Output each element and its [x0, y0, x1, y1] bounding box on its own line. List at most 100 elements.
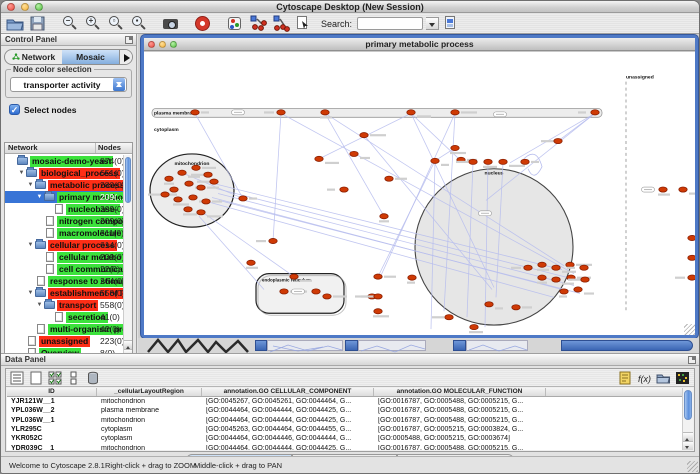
tree-row[interactable]: multi-organism pro42(0)	[5, 323, 123, 335]
network-node[interactable]	[315, 156, 323, 161]
float-panel-icon[interactable]	[125, 36, 133, 44]
background-frame-preview[interactable]	[267, 340, 343, 351]
table-column-header[interactable]: _cellularLayoutRegion	[97, 388, 202, 396]
network-node[interactable]	[374, 294, 382, 299]
background-frame-corner[interactable]	[345, 340, 358, 351]
network-node[interactable]	[688, 275, 695, 280]
select-nodes-checkbox[interactable]: ✓	[9, 104, 20, 115]
network-node[interactable]	[659, 187, 667, 192]
network-node[interactable]	[197, 210, 205, 215]
table-row[interactable]: YPL036W__2plasma membrane[GO:0044464, GO…	[7, 406, 682, 415]
network-node[interactable]	[408, 275, 416, 280]
search-input[interactable]	[357, 17, 423, 30]
tree-row[interactable]: secretion41(0)	[5, 311, 123, 323]
network-node[interactable]	[688, 255, 695, 260]
tab-network[interactable]: Network	[5, 50, 62, 64]
network-node[interactable]	[189, 195, 197, 200]
create-attribute-icon[interactable]	[29, 371, 44, 385]
table-column-header[interactable]: annotation.GO CELLULAR_COMPONENT	[202, 388, 374, 396]
table-scroll-down-button[interactable]	[683, 441, 693, 450]
network-node[interactable]	[350, 151, 358, 156]
network-node[interactable]	[445, 315, 453, 320]
apply-layout-icon[interactable]	[248, 15, 268, 32]
window-resize-grip[interactable]	[687, 461, 698, 472]
table-row[interactable]: YKR052Ccytoplasm[GO:0044464, GO:0044446,…	[7, 434, 682, 443]
network-node[interactable]	[512, 305, 520, 310]
import-attributes-icon[interactable]	[656, 371, 671, 385]
tree-expand-icon[interactable]: ▼	[26, 242, 35, 248]
tree-expand-icon[interactable]: ▼	[26, 182, 35, 188]
network-node[interactable]	[312, 289, 320, 294]
tree-scrollbar[interactable]	[123, 155, 132, 358]
tree-expand-icon[interactable]: ▼	[35, 302, 44, 308]
network-node[interactable]	[499, 159, 507, 164]
tree-scrollbar-thumb[interactable]	[125, 157, 131, 203]
tree-row[interactable]: nucleobase-209(0)	[5, 203, 123, 215]
search-options-button[interactable]	[426, 17, 439, 30]
network-node[interactable]	[581, 277, 589, 282]
network-node[interactable]	[210, 179, 218, 184]
network-node[interactable]	[538, 262, 546, 267]
tree-expand-icon[interactable]: ▼	[35, 194, 44, 200]
network-node[interactable]	[679, 187, 687, 192]
apply-layout-alt-icon[interactable]	[271, 15, 291, 32]
network-node[interactable]	[170, 187, 178, 192]
network-node[interactable]	[197, 185, 205, 190]
delete-attribute-icon[interactable]	[86, 371, 101, 385]
table-row[interactable]: YPL036W__1mitochondrion[GO:0044464, GO:0…	[7, 416, 682, 425]
tree-row[interactable]: ▼primary metabo209(...	[5, 191, 123, 203]
tree-row[interactable]: unassigned223(0)	[5, 335, 123, 347]
float-data-panel-icon[interactable]	[688, 356, 696, 364]
network-node[interactable]	[165, 176, 173, 181]
network-node[interactable]	[451, 110, 459, 115]
tree-row[interactable]: response to stimulu264(0)	[5, 275, 123, 287]
network-node[interactable]	[552, 277, 560, 282]
network-node[interactable]	[431, 158, 439, 163]
table-column-header[interactable]: ID	[7, 388, 97, 396]
frame-resize-grip[interactable]	[684, 324, 695, 335]
network-node[interactable]	[191, 110, 199, 115]
unselect-attributes-icon[interactable]	[67, 371, 82, 385]
network-frame-titlebar[interactable]: primary metabolic process	[144, 38, 695, 51]
tree-scroll-up-button[interactable]	[124, 340, 132, 349]
save-session-icon[interactable]	[28, 15, 48, 32]
tree-expand-icon[interactable]: ▼	[17, 170, 26, 176]
attribute-matrix-icon[interactable]	[675, 371, 690, 385]
tree-row[interactable]: mosaic-demo-yeast874(0)	[5, 155, 123, 167]
zoom-in-icon[interactable]: +	[83, 15, 103, 32]
network-node[interactable]	[521, 159, 529, 164]
network-node[interactable]	[178, 170, 186, 175]
network-node[interactable]	[485, 302, 493, 307]
table-scrollbar-thumb[interactable]	[684, 390, 692, 420]
snapshot-icon[interactable]	[161, 15, 181, 32]
network-node[interactable]	[277, 110, 285, 115]
network-frame[interactable]: primary metabolic process plasma membran…	[141, 35, 698, 338]
network-node[interactable]	[247, 260, 255, 265]
background-frame-corner[interactable]	[255, 340, 267, 351]
zoom-out-icon[interactable]: −	[60, 15, 80, 32]
advanced-search-icon[interactable]	[442, 15, 462, 32]
network-node[interactable]	[566, 262, 574, 267]
background-frame-corner[interactable]	[453, 340, 466, 351]
network-node[interactable]	[185, 181, 193, 186]
network-node[interactable]	[554, 138, 562, 143]
network-canvas[interactable]: plasma membrane cytoplasm mitochondrion …	[144, 52, 695, 335]
tree-row[interactable]: ▼establishment of lo558(0)	[5, 287, 123, 299]
network-node[interactable]	[380, 214, 388, 219]
tree-row[interactable]: macromolecule311(0)	[5, 227, 123, 239]
network-node[interactable]	[192, 165, 200, 170]
network-node[interactable]	[161, 192, 169, 197]
network-node[interactable]	[451, 145, 459, 150]
network-node[interactable]	[374, 309, 382, 314]
network-node[interactable]	[552, 265, 560, 270]
help-icon[interactable]	[193, 15, 213, 32]
network-node[interactable]	[239, 196, 247, 201]
node-color-dropdown[interactable]: transporter activity	[10, 77, 127, 92]
table-row[interactable]: YDR039C__1mitochondrion[GO:0044464, GO:0…	[7, 443, 682, 450]
zoom-fit-icon[interactable]: ▫	[106, 15, 126, 32]
network-node[interactable]	[269, 238, 277, 243]
background-frame-preview[interactable]	[466, 340, 528, 351]
tree-row[interactable]: nitrogen compo209(0)	[5, 215, 123, 227]
open-session-icon[interactable]	[5, 15, 25, 32]
table-scroll-up-button[interactable]	[683, 432, 693, 441]
